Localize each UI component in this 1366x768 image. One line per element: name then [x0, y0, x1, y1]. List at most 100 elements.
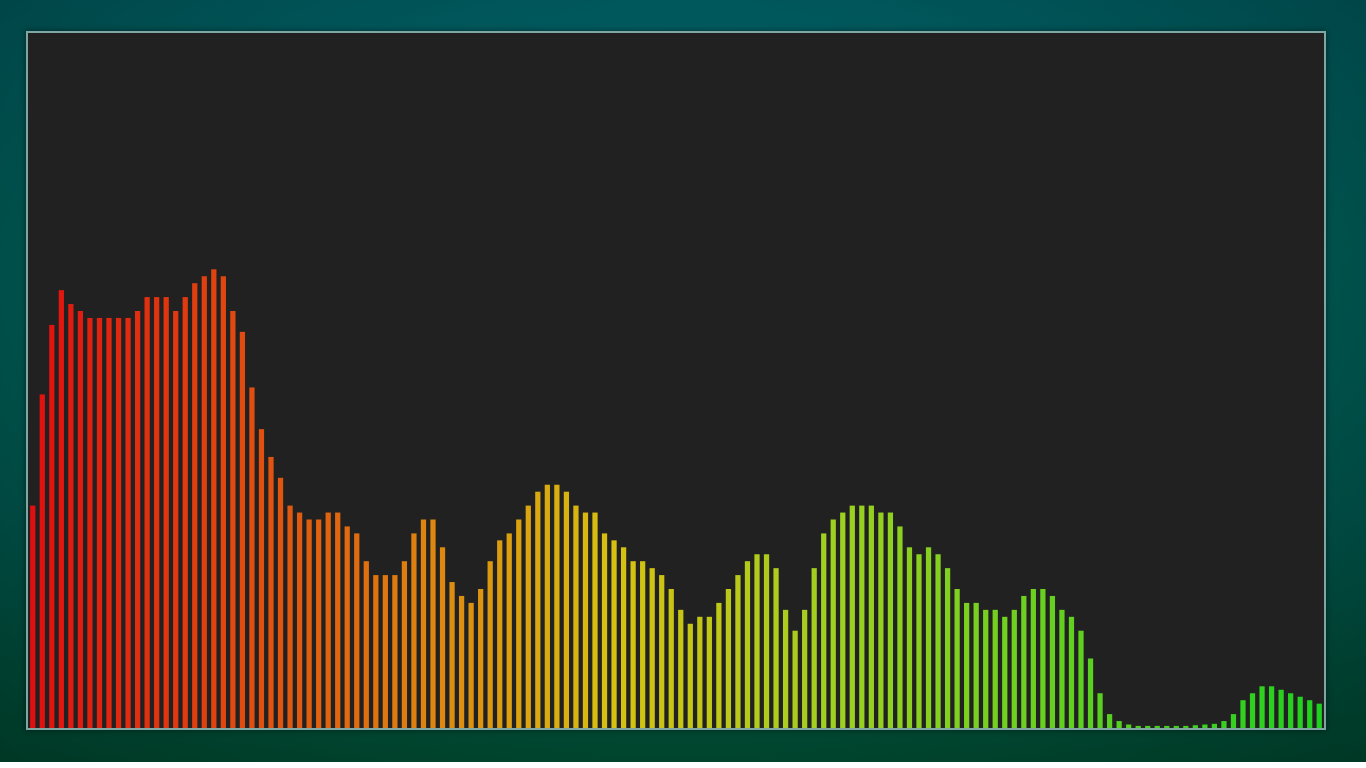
spectrum-bar	[173, 311, 179, 728]
spectrum-bar	[134, 311, 141, 728]
spectrum-bar	[887, 512, 894, 728]
spectrum-bar	[182, 297, 188, 728]
spectrum-bar	[1126, 724, 1132, 728]
spectrum-bar	[373, 575, 379, 728]
spectrum-bar	[811, 568, 817, 728]
spectrum-bar	[516, 519, 522, 728]
spectrum-bar	[697, 616, 703, 728]
spectrum-bar	[1221, 721, 1227, 728]
spectrum-bar	[296, 512, 303, 728]
spectrum-bar	[1249, 693, 1256, 728]
spectrum-bar	[773, 568, 779, 728]
spectrum-bar	[1316, 703, 1322, 728]
spectrum-bar	[601, 533, 608, 728]
spectrum-bar	[87, 317, 93, 728]
spectrum-bar	[287, 505, 293, 728]
spectrum-bar	[163, 297, 169, 728]
spectrum-bar	[354, 533, 360, 728]
spectrum-bar	[821, 533, 827, 728]
spectrum-bar	[840, 512, 846, 728]
spectrum-bar	[325, 512, 331, 728]
spectrum-bar	[30, 505, 36, 728]
spectrum-bar	[1030, 589, 1036, 728]
spectrum-bar	[830, 519, 836, 728]
spectrum-bar	[592, 512, 598, 728]
spectrum-bar	[582, 512, 589, 728]
spectrum-bar	[735, 575, 741, 728]
spectrum-bar	[335, 512, 341, 728]
spectrum-bar	[687, 623, 693, 728]
spectrum-bar	[754, 554, 760, 728]
spectrum-bar	[258, 429, 265, 728]
spectrum-panel	[26, 31, 1326, 730]
spectrum-bar	[58, 290, 64, 728]
spectrum-bar	[725, 589, 732, 728]
spectrum-bar	[230, 311, 236, 728]
spectrum-bar	[640, 561, 646, 728]
spectrum-bar	[792, 630, 798, 728]
spectrum-bar	[506, 533, 512, 728]
spectrum-bar	[744, 561, 751, 728]
spectrum-bar	[115, 317, 122, 728]
spectrum-bar	[925, 547, 932, 728]
spectrum-bar	[1154, 725, 1160, 728]
spectrum-bar	[1011, 609, 1017, 728]
spectrum-bar	[554, 484, 560, 728]
spectrum-bar	[201, 276, 207, 728]
spectrum-bar	[316, 519, 322, 728]
spectrum-bar	[802, 609, 808, 728]
spectrum-bar	[878, 512, 884, 728]
spectrum-bar	[344, 526, 350, 728]
spectrum-bar	[1145, 725, 1151, 728]
spectrum-bar	[106, 317, 112, 728]
spectrum-bar	[1040, 589, 1046, 728]
spectrum-bar	[1116, 721, 1122, 728]
spectrum-bar	[68, 304, 74, 728]
spectrum-bar	[458, 595, 465, 728]
spectrum-bar	[916, 554, 922, 728]
spectrum-bar	[77, 311, 84, 728]
spectrum-bar	[1164, 725, 1170, 728]
spectrum-bar	[630, 561, 636, 728]
spectrum-bar	[983, 609, 989, 728]
spectrum-bar	[935, 554, 941, 728]
spectrum-bar	[478, 589, 484, 728]
spectrum-bar	[897, 526, 903, 728]
spectrum-bar	[49, 324, 55, 728]
spectrum-bar	[868, 505, 874, 728]
spectrum-bar	[1021, 595, 1027, 728]
spectrum-bar	[39, 394, 45, 728]
spectrum-bar	[849, 505, 855, 728]
spectrum-bar	[249, 387, 255, 728]
spectrum-bar	[782, 609, 789, 728]
spectrum-bar	[1087, 658, 1094, 728]
spectrum-bar	[125, 317, 131, 728]
spectrum-bar	[1211, 723, 1218, 728]
bottom-strip	[0, 762, 1366, 768]
spectrum-bar	[306, 519, 312, 728]
spectrum-bar	[763, 554, 770, 728]
spectrum-bar	[668, 589, 674, 728]
spectrum-bar	[144, 297, 150, 728]
spectrum-bar	[96, 317, 103, 728]
visualizer-frame	[0, 0, 1366, 768]
spectrum-bar	[659, 575, 665, 728]
spectrum-bar	[1288, 693, 1294, 728]
spectrum-bar	[678, 609, 684, 728]
spectrum-bar	[1097, 693, 1103, 728]
spectrum-bar	[1173, 725, 1179, 728]
spectrum-bar	[906, 547, 913, 728]
spectrum-bar	[392, 575, 398, 728]
spectrum-bar	[544, 484, 550, 728]
spectrum-bar	[1106, 714, 1113, 728]
spectrum-bar	[220, 276, 226, 728]
spectrum-bar	[620, 547, 627, 728]
spectrum-bar	[411, 533, 417, 728]
spectrum-bar	[1002, 616, 1008, 728]
spectrum-bar	[1278, 689, 1284, 728]
spectrum-bar	[1135, 725, 1141, 728]
spectrum-bar	[859, 505, 865, 728]
spectrum-bar	[964, 602, 970, 728]
spectrum-bar	[1059, 609, 1065, 728]
spectrum-bar	[573, 505, 579, 728]
